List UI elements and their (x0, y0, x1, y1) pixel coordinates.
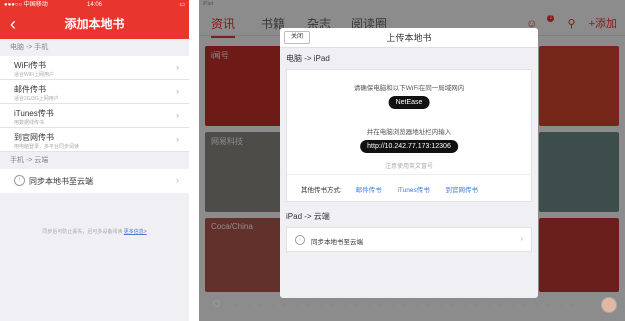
chevron-right-icon: › (176, 62, 179, 72)
chevron-right-icon: › (176, 175, 179, 185)
page-dot[interactable] (259, 303, 262, 306)
page-dot[interactable] (439, 303, 442, 306)
page-dot[interactable] (523, 303, 526, 306)
chevron-right-icon: › (176, 110, 179, 120)
page-dot[interactable] (511, 303, 514, 306)
phone-nav-bar: ‹ 添加本地书 (0, 10, 189, 39)
item-subtitle: 用数据线传书 (14, 120, 45, 126)
page-indicator-current (213, 300, 220, 307)
page-dot[interactable] (379, 303, 382, 306)
page-dot[interactable] (247, 303, 250, 306)
wifi-transfer-card: 请确保电脑和以下WiFi在同一局域网内 NetEase 并在电脑浏览器地址栏内输… (286, 69, 532, 202)
item-title: 同步本地书至云端 (311, 239, 363, 246)
page-dot[interactable] (475, 303, 478, 306)
page-dot[interactable] (235, 303, 238, 306)
section-header-phone-to-cloud: 手机 -> 云端 (10, 157, 49, 164)
page-dot[interactable] (367, 303, 370, 306)
page-indicator (213, 300, 611, 309)
page-dot[interactable] (499, 303, 502, 306)
address-instruction: 并在电脑浏览器地址栏内输入 (366, 129, 452, 136)
section-header-ipad-to-cloud: iPad -> 云端 (286, 212, 330, 221)
other-methods-label: 其他传书方式: (301, 187, 342, 194)
sync-to-cloud-item[interactable]: ↑ 同步本地书至云端 › (286, 227, 532, 252)
website-transfer-link[interactable]: 到官网传书 (446, 187, 479, 194)
avatar[interactable] (601, 297, 617, 313)
page-dot[interactable] (535, 303, 538, 306)
section-header-pc-to-phone: 电脑 -> 手机 (10, 44, 49, 51)
dialog-header: 关闭 上传本地书 (280, 28, 538, 48)
page-dot[interactable] (307, 303, 310, 306)
item-title: 邮件传书 (14, 85, 46, 94)
page-dot[interactable] (427, 303, 430, 306)
item-title: 到官网传书 (14, 133, 54, 142)
ipad-screen: iPad 资讯 书籍 杂志 阅读圈 ☺ 1 ⚲ +添加 i闻号 网易科技 Coca… (199, 0, 625, 321)
item-subtitle: 用电脑登录，多平台同步阅读 (14, 144, 80, 150)
item-title: iTunes传书 (14, 109, 54, 118)
cloud-upload-icon: ↑ (14, 175, 25, 186)
page-dot[interactable] (331, 303, 334, 306)
more-info-link[interactable]: 更多信息> (124, 229, 147, 235)
page-dot[interactable] (271, 303, 274, 306)
upload-local-book-dialog: 关闭 上传本地书 电脑 -> iPad 请确保电脑和以下WiFi在同一局域网内 … (280, 28, 538, 298)
itunes-transfer-link[interactable]: iTunes传书 (397, 187, 429, 194)
transfer-method-list: WiFi传书 适合WiFi上网用户 › 邮件传书 适合2G/3G上网用户 › i… (0, 56, 189, 152)
page-dot[interactable] (559, 303, 562, 306)
item-title: 同步本地书至云端 (29, 177, 93, 186)
sync-note: 同步后可防止丢失，且可多设备阅读 更多信息> (0, 228, 189, 235)
page-dot[interactable] (355, 303, 358, 306)
page-dot[interactable] (403, 303, 406, 306)
page-dot[interactable] (343, 303, 346, 306)
page-dot[interactable] (295, 303, 298, 306)
list-item-wifi-transfer[interactable]: WiFi传书 适合WiFi上网用户 › (0, 56, 189, 80)
dialog-title: 上传本地书 (386, 33, 432, 43)
sync-to-cloud-item[interactable]: ↑ 同步本地书至云端 › (0, 169, 189, 193)
page-dot[interactable] (283, 303, 286, 306)
page-dot[interactable] (451, 303, 454, 306)
list-item-itunes-transfer[interactable]: iTunes传书 用数据线传书 › (0, 104, 189, 128)
other-transfer-methods: 其他传书方式: 邮件传书 iTunes传书 到官网传书 (301, 184, 521, 194)
page-dot[interactable] (487, 303, 490, 306)
email-transfer-link[interactable]: 邮件传书 (356, 187, 382, 194)
page-dot[interactable] (415, 303, 418, 306)
sync-note-text: 同步后可防止丢失，且可多设备阅读 (42, 229, 123, 235)
cloud-upload-icon: ↑ (295, 235, 305, 245)
page-dot[interactable] (571, 303, 574, 306)
item-title: WiFi传书 (14, 61, 46, 70)
server-address-badge: http://10.242.77.173:12306 (360, 140, 458, 153)
screenshot-divider (189, 0, 199, 321)
page-dot[interactable] (391, 303, 394, 306)
chevron-right-icon: › (520, 234, 523, 243)
battery-icon: ▭ (179, 2, 185, 8)
item-subtitle: 适合WiFi上网用户 (14, 72, 54, 78)
page-title: 添加本地书 (64, 17, 125, 31)
wifi-instruction: 请确保电脑和以下WiFi在同一局域网内 (353, 85, 465, 92)
colon-hint: 注意使用英文冒号 (384, 164, 433, 170)
phone-status-bar: ●●●○○ 中国移动 14:06 ▭ (0, 0, 189, 10)
list-item-website-transfer[interactable]: 到官网传书 用电脑登录，多平台同步阅读 › (0, 128, 189, 152)
item-subtitle: 适合2G/3G上网用户 (14, 96, 59, 102)
page-dot[interactable] (463, 303, 466, 306)
phone-screen: ●●●○○ 中国移动 14:06 ▭ ‹ 添加本地书 电脑 -> 手机 WiFi… (0, 0, 189, 321)
page-dot[interactable] (319, 303, 322, 306)
chevron-right-icon: › (176, 134, 179, 144)
page-dot[interactable] (547, 303, 550, 306)
card-divider (287, 174, 531, 175)
status-time: 14:06 (86, 2, 102, 8)
section-header-pc-to-ipad: 电脑 -> iPad (286, 54, 330, 63)
wifi-name-badge: NetEase (388, 96, 430, 109)
chevron-right-icon: › (176, 86, 179, 96)
list-item-email-transfer[interactable]: 邮件传书 适合2G/3G上网用户 › (0, 80, 189, 104)
